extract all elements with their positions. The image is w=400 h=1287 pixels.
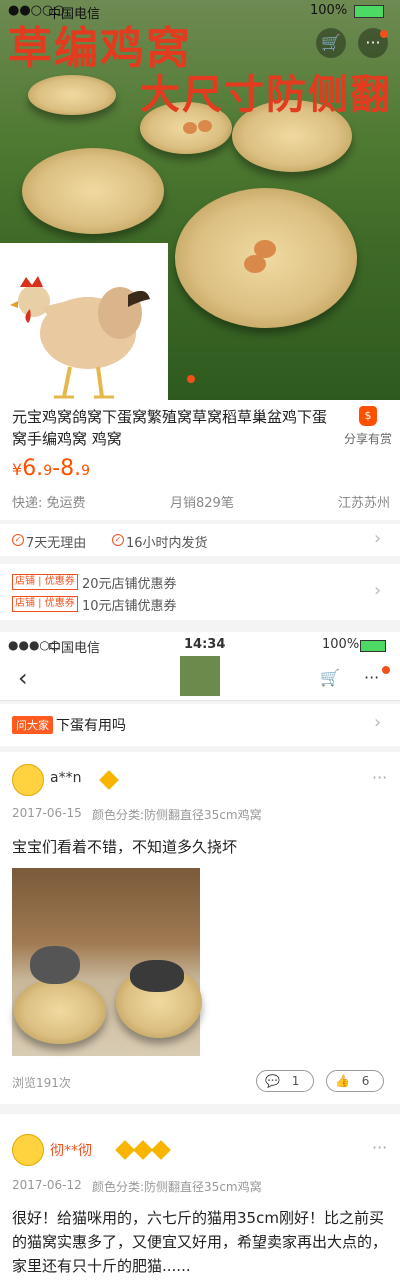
chevron-right-icon: › <box>374 580 382 601</box>
chicken-thumbnail <box>0 243 168 400</box>
nest-image <box>22 148 164 234</box>
coupon-tag: 店铺 | 优惠券 <box>12 596 78 612</box>
review-card: 彻**彻 ··· 2017-06-12 颜色分类:防侧翻直径35cm鸡窝 很好！… <box>0 1114 400 1287</box>
product-thumbnail[interactable] <box>180 656 220 696</box>
ask-badge: 问大家 <box>12 716 53 734</box>
price-symbol: ¥ <box>12 460 23 479</box>
diamond-icons <box>115 1140 172 1161</box>
nest-image <box>175 188 357 328</box>
cat-image <box>130 960 184 992</box>
battery-icon <box>360 640 386 652</box>
nav-header: ●●●○○ 中国电信 14:34 100% ‹ 🛒 ··· <box>0 632 400 701</box>
battery-icon <box>354 5 384 18</box>
chicken-illustration <box>10 276 150 399</box>
ask-everyone-row[interactable]: 问大家 下蛋有用吗 › <box>0 704 400 746</box>
chevron-right-icon: › <box>374 528 382 549</box>
carousel-indicator <box>187 375 195 383</box>
review-spec: 颜色分类:防侧翻直径35cm鸡窝 <box>92 1180 262 1194</box>
cart-icon[interactable]: 🛒 <box>320 668 340 687</box>
coupon-text: 20元店铺优惠券 <box>82 577 177 592</box>
coupon-tag: 店铺 | 优惠券 <box>12 574 78 590</box>
check-icon: ✓ <box>112 534 124 546</box>
comment-button[interactable]: 💬 1 <box>256 1070 314 1092</box>
notification-dot <box>380 30 388 38</box>
view-count: 浏览191次 <box>12 1076 71 1090</box>
share-label: 分享有赏 <box>343 432 392 446</box>
egg-image <box>254 240 276 258</box>
check-icon: ✓ <box>12 534 24 546</box>
carrier-label: 中国电信 <box>48 641 101 656</box>
avatar[interactable] <box>12 1134 44 1166</box>
share-button[interactable]: $ 分享有赏 <box>340 406 396 447</box>
review-spec: 颜色分类:防侧翻直径35cm鸡窝 <box>92 808 262 822</box>
service-item: 16小时内发货 <box>126 536 208 551</box>
battery-label: 100% <box>310 3 348 18</box>
review-text: 很好！给猫咪用的，六七斤的猫用35cm刚好！比之前买的猫窝实惠多了，又便宜又好用… <box>12 1209 388 1275</box>
egg-image <box>198 120 212 132</box>
more-icon[interactable]: ··· <box>372 1138 387 1157</box>
clock: 14:34 <box>184 637 226 652</box>
coupon-text: 10元店铺优惠券 <box>82 599 177 614</box>
review-card: a**n ··· 2017-06-15 颜色分类:防侧翻直径35cm鸡窝 宝宝们… <box>0 752 400 1104</box>
thumbs-up-icon: 👍 <box>335 1074 350 1088</box>
comment-icon: 💬 <box>265 1074 280 1088</box>
review-date: 2017-06-12 <box>12 1178 82 1192</box>
cart-icon[interactable]: 🛒 <box>316 28 346 58</box>
review-text: 宝宝们看着不错，不知道多久挠坏 <box>12 838 238 856</box>
review-username[interactable]: 彻**彻 <box>50 1140 92 1160</box>
product-hero-image[interactable]: 草编鸡窝 大尺寸防侧翻 🛒 ··· <box>0 0 400 400</box>
nest-image <box>14 978 106 1044</box>
service-row[interactable]: ✓ 7天无理由 ✓ 16小时内发货 › <box>0 524 400 556</box>
diamond-icon <box>99 770 120 791</box>
share-bag-icon: $ <box>359 406 377 426</box>
coupon-row[interactable]: 店铺 | 优惠券 20元店铺优惠券 店铺 | 优惠券 10元店铺优惠券 › <box>0 564 400 620</box>
product-title: 元宝鸡窝鸽窝下蛋窝繁殖窝草窝稻草巢盆鸡下蛋窝手编鸡窝 鸡窝 <box>12 408 328 448</box>
review-photo[interactable] <box>12 868 202 1056</box>
review-date: 2017-06-15 <box>12 806 82 820</box>
back-icon[interactable]: ‹ <box>18 664 28 692</box>
service-item: 7天无理由 <box>26 536 87 551</box>
ask-question: 下蛋有用吗 <box>56 718 126 734</box>
like-button[interactable]: 👍 6 <box>326 1070 384 1092</box>
review-username[interactable]: a**n <box>50 770 81 786</box>
cat-image <box>30 946 80 984</box>
more-icon[interactable]: ··· <box>364 668 379 687</box>
hero-subtitle: 大尺寸防侧翻 <box>140 71 392 118</box>
shipping-info: 快递: 免运费 <box>12 496 86 511</box>
chevron-right-icon: › <box>374 712 382 733</box>
battery-label: 100% <box>322 637 360 652</box>
product-price: ¥6.9-8.9 <box>12 456 90 481</box>
egg-image <box>183 122 197 134</box>
avatar[interactable] <box>12 764 44 796</box>
like-count: 6 <box>361 1074 370 1088</box>
status-bar: ●●○○○ 中国电信 100% <box>0 0 400 22</box>
nest-image <box>28 75 116 115</box>
more-icon[interactable]: ··· <box>372 768 387 787</box>
carrier-label: 中国电信 <box>48 7 101 22</box>
notification-dot <box>382 666 390 674</box>
monthly-sales: 月销829笔 <box>170 496 234 511</box>
location: 江苏苏州 <box>338 496 391 511</box>
comment-count: 1 <box>291 1074 300 1088</box>
